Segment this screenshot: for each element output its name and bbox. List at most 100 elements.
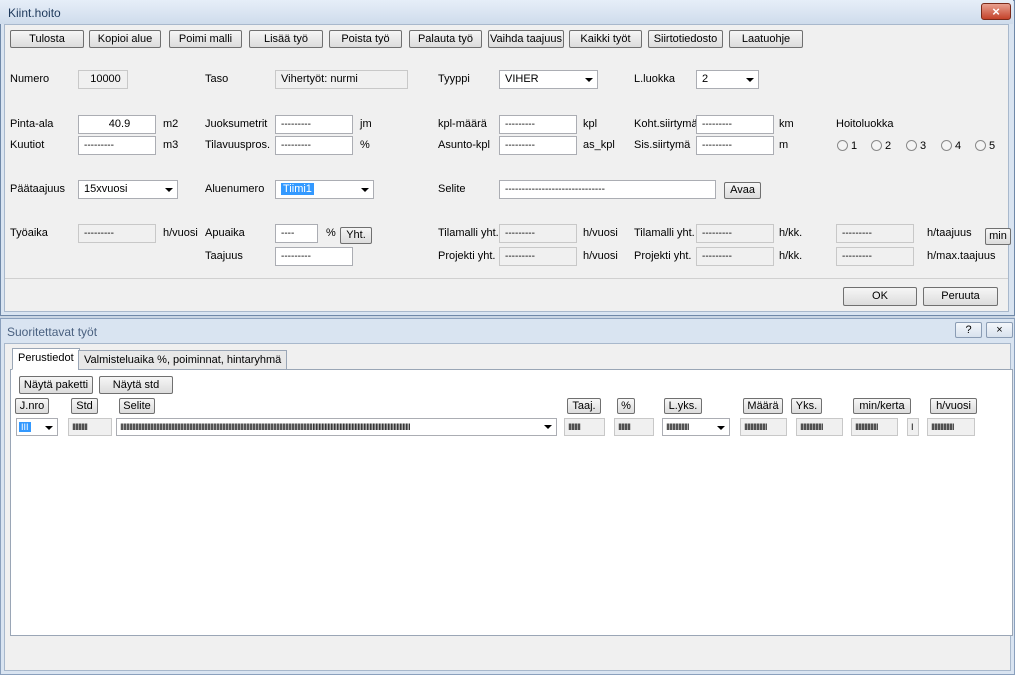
paataajuus-select[interactable]: 15xvuosi bbox=[78, 180, 178, 199]
tilavuuspros-unit: % bbox=[360, 139, 370, 151]
radio-circle-icon bbox=[837, 140, 848, 151]
row-hvuosi[interactable]: IIIIIIIIIIIIIII bbox=[927, 418, 975, 436]
col-selite[interactable]: Selite bbox=[119, 398, 155, 414]
hoitoluokka-radio-3[interactable]: 3 bbox=[906, 140, 926, 154]
cancel-button[interactable]: Peruuta bbox=[923, 287, 998, 306]
selite-field[interactable]: ------------------------------ bbox=[499, 180, 716, 199]
row-maara[interactable]: IIIIIIIIIIIIIII bbox=[740, 418, 787, 436]
hoitoluokka-radio-1[interactable]: 1 bbox=[837, 140, 857, 154]
tyyppi-select[interactable]: VIHER bbox=[499, 70, 598, 89]
apuaika-unit: % bbox=[326, 227, 336, 239]
aluenumero-label: Aluenumero bbox=[205, 183, 265, 195]
nayta-paketti-button[interactable]: Näytä paketti bbox=[19, 376, 93, 394]
ok-button[interactable]: OK bbox=[843, 287, 917, 306]
projekti-kk-label: Projekti yht. bbox=[634, 250, 692, 262]
paataajuus-value: 15xvuosi bbox=[84, 183, 128, 195]
h-max-taajuus-unit: h/max.taajuus bbox=[927, 250, 996, 262]
row-std[interactable]: IIIIIIIIII bbox=[68, 418, 112, 436]
juoksumetrit-field[interactable]: --------- bbox=[275, 115, 353, 134]
h-taajuus-unit: h/taajuus bbox=[927, 227, 972, 239]
row-yks[interactable]: IIIIIIIIIIIIIII bbox=[796, 418, 843, 436]
row-jnro-value: III bbox=[19, 422, 31, 432]
row-lyks-select[interactable]: IIIIIIIIIIIIIII bbox=[662, 418, 730, 436]
row-minkerta[interactable]: IIIIIIIIIIIIIII bbox=[851, 418, 898, 436]
radio-circle-icon bbox=[941, 140, 952, 151]
row-pct[interactable]: IIIIIIII bbox=[614, 418, 654, 436]
sissiirtyma-field[interactable]: --------- bbox=[696, 136, 774, 155]
row-selite-select[interactable]: IIIIIIIIIIIIIIIIIIIIIIIIIIIIIIIIIIIIIIII… bbox=[116, 418, 557, 436]
col-maara[interactable]: Määrä bbox=[743, 398, 783, 414]
form-area bbox=[4, 24, 1009, 312]
tilamalli-kk-label: Tilamalli yht. bbox=[634, 227, 695, 239]
juoksumetrit-unit: jm bbox=[360, 118, 372, 130]
kohtsiirtyma-field[interactable]: --------- bbox=[696, 115, 774, 134]
avaa-button[interactable]: Avaa bbox=[724, 182, 761, 199]
col-std[interactable]: Std bbox=[71, 398, 98, 414]
pintaala-field[interactable]: 40.9 bbox=[78, 115, 156, 134]
help-button[interactable]: ? bbox=[955, 322, 982, 338]
row-extra[interactable]: I bbox=[907, 418, 919, 436]
aluenumero-select[interactable]: Tiimi1 bbox=[275, 180, 374, 199]
chevron-down-icon bbox=[544, 425, 552, 429]
delete-work-button[interactable]: Poista työ bbox=[329, 30, 402, 48]
works-close-button[interactable]: × bbox=[986, 322, 1013, 338]
min-button[interactable]: min bbox=[985, 228, 1011, 245]
quality-guide-button[interactable]: Laatuohje bbox=[729, 30, 803, 48]
tilamalli-kk-unit: h/kk. bbox=[779, 227, 803, 239]
sissiirtyma-label: Sis.siirtymä bbox=[634, 139, 691, 151]
hoitoluokka-radio-5[interactable]: 5 bbox=[975, 140, 995, 154]
taajuus-label: Taajuus bbox=[205, 250, 243, 262]
projekti-field: --------- bbox=[499, 247, 577, 266]
copy-area-button[interactable]: Kopioi alue bbox=[89, 30, 161, 48]
kuutiot-field[interactable]: --------- bbox=[78, 136, 156, 155]
asuntokpl-unit: as_kpl bbox=[583, 139, 615, 151]
col-pct[interactable]: % bbox=[617, 398, 635, 414]
row-selite-value: IIIIIIIIIIIIIIIIIIIIIIIIIIIIIIIIIIIIIIII… bbox=[120, 422, 411, 432]
taajuus-field[interactable]: --------- bbox=[275, 247, 353, 266]
col-taaj[interactable]: Taaj. bbox=[567, 398, 601, 414]
projekti-kk-field: --------- bbox=[696, 247, 774, 266]
all-works-button[interactable]: Kaikki työt bbox=[569, 30, 642, 48]
transfer-file-button[interactable]: Siirtotiedosto bbox=[648, 30, 723, 48]
col-yks[interactable]: Yks. bbox=[791, 398, 822, 414]
radio-circle-icon bbox=[975, 140, 986, 151]
col-jnro[interactable]: J.nro bbox=[15, 398, 49, 414]
tab-perustiedot[interactable]: Perustiedot bbox=[12, 348, 80, 370]
col-minkerta[interactable]: min/kerta bbox=[853, 398, 911, 414]
tyoaika-unit: h/vuosi bbox=[163, 227, 198, 239]
projekti-kk-unit: h/kk. bbox=[779, 250, 803, 262]
tilamalli-field: --------- bbox=[499, 224, 577, 243]
projekti-label: Projekti yht. bbox=[438, 250, 496, 262]
apuaika-field[interactable]: ---- bbox=[275, 224, 318, 243]
asuntokpl-field[interactable]: --------- bbox=[499, 136, 577, 155]
hoitoluokka-radio-2[interactable]: 2 bbox=[871, 140, 891, 154]
hoitoluokka-radio-4[interactable]: 4 bbox=[941, 140, 961, 154]
col-hvuosi[interactable]: h/vuosi bbox=[930, 398, 977, 414]
restore-work-button[interactable]: Palauta työ bbox=[409, 30, 482, 48]
chevron-down-icon bbox=[717, 426, 725, 430]
chevron-down-icon bbox=[361, 188, 369, 192]
numero-field: 10000 bbox=[78, 70, 128, 89]
chevron-down-icon bbox=[746, 78, 754, 82]
col-lyks[interactable]: L.yks. bbox=[664, 398, 702, 414]
change-frequency-button[interactable]: Vaihda taajuus bbox=[488, 30, 564, 48]
row-taaj[interactable]: IIIIIIII bbox=[564, 418, 605, 436]
yht-button[interactable]: Yht. bbox=[340, 227, 372, 244]
tab-valmisteluaika[interactable]: Valmisteluaika %, poiminnat, hintaryhmä bbox=[78, 350, 288, 370]
divider bbox=[5, 278, 1008, 279]
taso-label: Taso bbox=[205, 73, 229, 85]
tilavuuspros-field[interactable]: --------- bbox=[275, 136, 353, 155]
lluokka-label: L.luokka bbox=[634, 73, 675, 85]
row-jnro-select[interactable]: III bbox=[16, 418, 58, 436]
pick-template-button[interactable]: Poimi malli bbox=[169, 30, 242, 48]
chevron-down-icon bbox=[585, 78, 593, 82]
title-bar bbox=[0, 0, 1013, 24]
add-work-button[interactable]: Lisää työ bbox=[249, 30, 323, 48]
kplmaara-field[interactable]: --------- bbox=[499, 115, 577, 134]
nayta-std-button[interactable]: Näytä std bbox=[99, 376, 173, 394]
close-button[interactable]: × bbox=[981, 3, 1011, 20]
lluokka-select[interactable]: 2 bbox=[696, 70, 759, 89]
kplmaara-label: kpl-määrä bbox=[438, 118, 487, 130]
kuutiot-label: Kuutiot bbox=[10, 139, 45, 151]
print-button[interactable]: Tulosta bbox=[10, 30, 84, 48]
